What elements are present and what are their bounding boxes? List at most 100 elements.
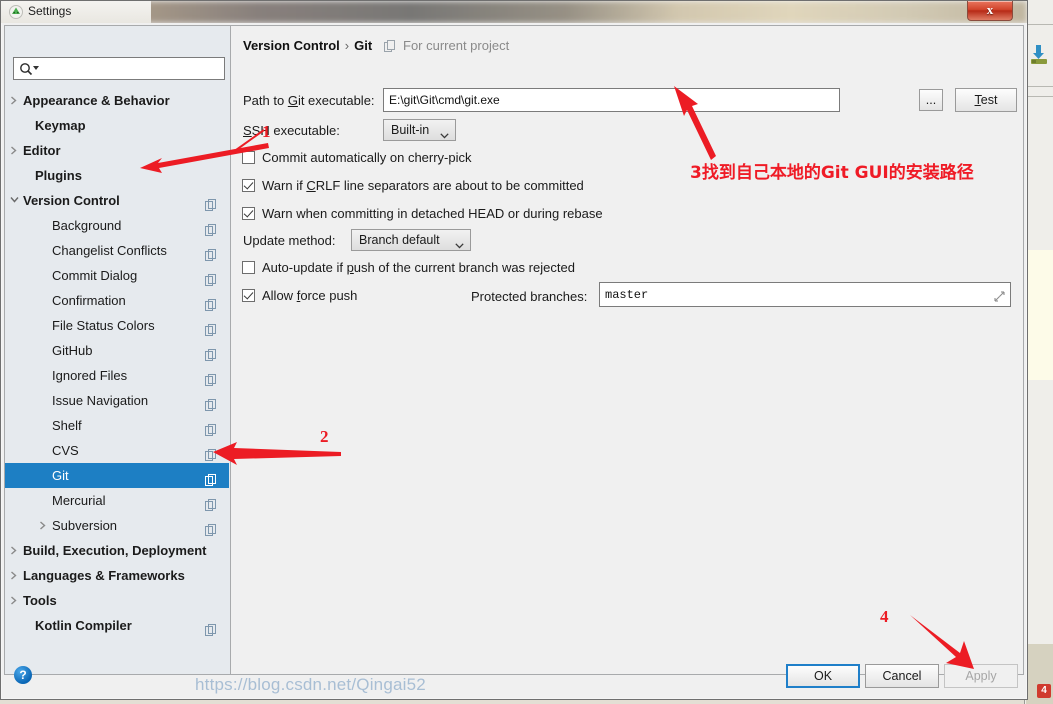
search-dropdown-icon[interactable] bbox=[33, 66, 39, 70]
sidebar-item-issue-navigation[interactable]: Issue Navigation bbox=[5, 388, 229, 413]
sidebar-item-changelist-conflicts[interactable]: Changelist Conflicts bbox=[5, 238, 229, 263]
chevron-down-icon bbox=[455, 238, 464, 249]
sidebar-item-languages-frameworks[interactable]: Languages & Frameworks bbox=[5, 563, 229, 588]
copy-settings-icon[interactable] bbox=[205, 619, 217, 636]
force-push-checkbox[interactable] bbox=[242, 289, 255, 302]
crlf-checkbox-row[interactable]: Warn if CRLF line separators are about t… bbox=[242, 178, 584, 193]
sidebar-item-label: Kotlin Compiler bbox=[35, 618, 132, 633]
search-input[interactable] bbox=[40, 60, 224, 79]
auto-update-label-pre: Auto-update if bbox=[262, 260, 347, 275]
sidebar-item-subversion[interactable]: Subversion bbox=[5, 513, 229, 538]
breadcrumb: Version Control › Git bbox=[243, 38, 372, 53]
ok-button-label: OK bbox=[813, 669, 833, 683]
sidebar-item-shelf[interactable]: Shelf bbox=[5, 413, 229, 438]
cherry-pick-checkbox-row[interactable]: Commit automatically on cherry-pick bbox=[242, 150, 472, 165]
update-method-combo[interactable]: Branch default bbox=[351, 229, 471, 251]
search-box[interactable] bbox=[13, 57, 225, 80]
sidebar-item-ignored-files[interactable]: Ignored Files bbox=[5, 363, 229, 388]
sidebar-item-keymap[interactable]: Keymap bbox=[5, 113, 229, 138]
sidebar-item-label: GitHub bbox=[52, 343, 93, 358]
chevron-right-icon[interactable] bbox=[10, 538, 20, 563]
copy-settings-icon[interactable] bbox=[205, 294, 217, 311]
sidebar-item-version-control[interactable]: Version Control bbox=[5, 188, 229, 213]
copy-settings-icon[interactable] bbox=[205, 469, 217, 486]
auto-update-checkbox[interactable] bbox=[242, 261, 255, 274]
sidebar-item-label: Changelist Conflicts bbox=[52, 243, 167, 258]
chevron-down-icon[interactable] bbox=[10, 188, 20, 213]
sidebar-item-tools[interactable]: Tools bbox=[5, 588, 229, 613]
sidebar-item-cvs[interactable]: CVS bbox=[5, 438, 229, 463]
sidebar-item-label: Subversion bbox=[52, 518, 118, 533]
sidebar-item-background[interactable]: Background bbox=[5, 213, 229, 238]
screenshot-root: 4 Settings x Appearance & Behavior Keyma… bbox=[0, 0, 1053, 704]
test-button-label: Test bbox=[975, 93, 998, 107]
sidebar-item-mercurial[interactable]: Mercurial bbox=[5, 488, 229, 513]
chevron-right-icon[interactable] bbox=[39, 513, 49, 538]
download-icon bbox=[1029, 44, 1049, 66]
settings-dialog: Settings x Appearance & Behavior Keymap … bbox=[0, 0, 1028, 700]
copy-settings-icon[interactable] bbox=[205, 244, 217, 261]
sidebar-item-label: Editor bbox=[23, 143, 61, 158]
auto-update-label-post: ush of the current branch was rejected bbox=[353, 260, 575, 275]
detached-head-label: Warn when committing in detached HEAD or… bbox=[262, 206, 603, 221]
copy-settings-icon[interactable] bbox=[205, 444, 217, 461]
sidebar-item-label: Git bbox=[52, 468, 69, 483]
detached-head-checkbox[interactable] bbox=[242, 207, 255, 220]
chevron-right-icon[interactable] bbox=[10, 88, 20, 113]
sidebar-item-commit-dialog[interactable]: Commit Dialog bbox=[5, 263, 229, 288]
copy-settings-icon[interactable] bbox=[205, 419, 217, 436]
sidebar-item-kotlin-compiler[interactable]: Kotlin Compiler bbox=[5, 613, 229, 638]
copy-settings-icon[interactable] bbox=[205, 194, 217, 211]
copy-settings-icon[interactable] bbox=[205, 344, 217, 361]
protected-branches-input[interactable] bbox=[599, 282, 1011, 307]
breadcrumb-parent[interactable]: Version Control bbox=[243, 38, 340, 53]
browse-button[interactable]: ... bbox=[919, 89, 943, 111]
android-studio-icon bbox=[9, 5, 23, 19]
force-push-checkbox-row[interactable]: Allow force push bbox=[242, 288, 357, 303]
sidebar-item-label: Version Control bbox=[23, 193, 120, 208]
detached-head-checkbox-row[interactable]: Warn when committing in detached HEAD or… bbox=[242, 206, 603, 221]
close-button[interactable]: x bbox=[967, 1, 1013, 21]
project-scope-icon bbox=[384, 40, 396, 52]
ok-button[interactable]: OK bbox=[786, 664, 860, 688]
copy-settings-icon[interactable] bbox=[205, 394, 217, 411]
copy-settings-icon[interactable] bbox=[205, 369, 217, 386]
sidebar-item-git[interactable]: Git bbox=[5, 463, 229, 488]
breadcrumb-separator: › bbox=[344, 38, 350, 53]
ssh-executable-label: SSH executable: bbox=[243, 123, 340, 138]
chevron-right-icon[interactable] bbox=[10, 138, 20, 163]
copy-settings-icon[interactable] bbox=[205, 269, 217, 286]
copy-settings-icon[interactable] bbox=[205, 219, 217, 236]
help-icon[interactable]: ? bbox=[14, 666, 32, 684]
git-path-label: Path to Git executable: bbox=[243, 93, 375, 108]
sidebar-item-build-execution-deployment[interactable]: Build, Execution, Deployment bbox=[5, 538, 229, 563]
sidebar-item-file-status-colors[interactable]: File Status Colors bbox=[5, 313, 229, 338]
dialog-titlebar: Settings x bbox=[1, 1, 1027, 23]
cherry-pick-label-pre: C bbox=[262, 150, 272, 165]
sidebar-item-appearance-behavior[interactable]: Appearance & Behavior bbox=[5, 88, 229, 113]
copy-settings-icon[interactable] bbox=[205, 519, 217, 536]
copy-settings-icon[interactable] bbox=[205, 494, 217, 511]
expand-icon[interactable] bbox=[994, 289, 1005, 302]
cancel-button[interactable]: Cancel bbox=[865, 664, 939, 688]
cherry-pick-checkbox[interactable] bbox=[242, 151, 255, 164]
auto-update-checkbox-row[interactable]: Auto-update if push of the current branc… bbox=[242, 260, 575, 275]
crlf-label-pre: Warn if bbox=[262, 178, 307, 193]
ssh-executable-combo[interactable]: Built-in bbox=[383, 119, 456, 141]
sidebar-item-label: Commit Dialog bbox=[52, 268, 138, 283]
sidebar-item-label: Mercurial bbox=[52, 493, 106, 508]
chevron-right-icon[interactable] bbox=[10, 588, 20, 613]
apply-button[interactable]: Apply bbox=[944, 664, 1018, 688]
sidebar-item-github[interactable]: GitHub bbox=[5, 338, 229, 363]
chevron-right-icon[interactable] bbox=[10, 563, 20, 588]
git-path-input[interactable] bbox=[383, 88, 840, 112]
protected-branches-label: Protected branches: bbox=[471, 289, 588, 304]
copy-settings-icon[interactable] bbox=[205, 319, 217, 336]
crlf-checkbox[interactable] bbox=[242, 179, 255, 192]
test-button[interactable]: Test bbox=[955, 88, 1017, 112]
force-push-label-pre: Allow bbox=[262, 288, 297, 303]
sidebar-item-label: File Status Colors bbox=[52, 318, 155, 333]
sidebar-item-editor[interactable]: Editor bbox=[5, 138, 229, 163]
sidebar-item-confirmation[interactable]: Confirmation bbox=[5, 288, 229, 313]
sidebar-item-plugins[interactable]: Plugins bbox=[5, 163, 229, 188]
